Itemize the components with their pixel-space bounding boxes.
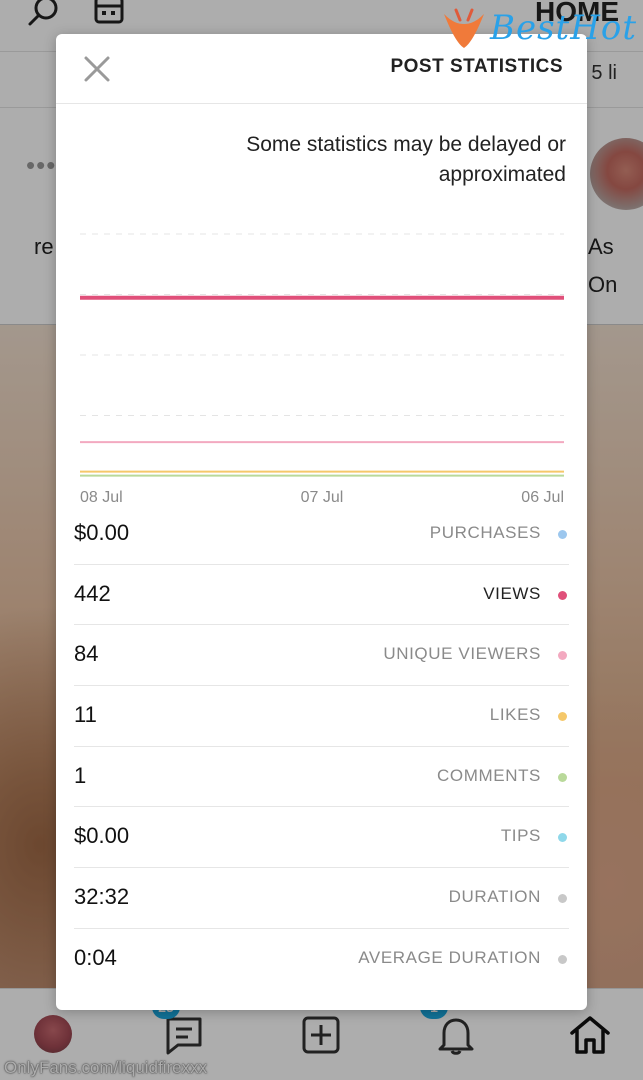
stat-value: 84	[74, 641, 99, 667]
stat-row: 11 LIKES	[74, 686, 569, 747]
legend-dot-icon	[558, 833, 567, 843]
stat-label: UNIQUE VIEWERS	[383, 644, 541, 664]
legend-dot-icon	[558, 954, 567, 964]
stat-label: COMMENTS	[437, 765, 541, 785]
stat-label: AVERAGE DURATION	[358, 947, 541, 967]
stat-row: 442 VIEWS	[74, 565, 569, 626]
stat-value: 1	[74, 762, 87, 788]
stat-value: 0:04	[74, 944, 117, 970]
stat-label: PURCHASES	[429, 523, 541, 542]
chart-x-tick-label: 08 Jul	[80, 489, 123, 504]
stat-label: LIKES	[489, 705, 541, 725]
legend-dot-icon	[558, 651, 567, 661]
stat-row: $0.00 TIPS	[74, 807, 569, 869]
statistics-list: $0.00 PURCHASES 442 VIEWS 84 UNIQUE VIEWERS 11…	[74, 504, 569, 990]
stat-value: 32:32	[74, 884, 130, 910]
legend-dot-icon	[558, 712, 567, 722]
post-statistics-modal: POST STATISTICS Some statistics may be d…	[56, 34, 587, 1010]
modal-title: POST STATISTICS	[390, 56, 563, 77]
chart-x-tick-label: 07 Jul	[301, 489, 344, 504]
chart-grid	[80, 233, 564, 477]
statistics-chart: 06 Jul 07 Jul 08 Jul	[80, 233, 564, 504]
watermark-logo-text: BestHot	[490, 8, 638, 48]
stat-row: 32:32 DURATION	[74, 868, 569, 929]
close-icon[interactable]	[80, 52, 114, 86]
stat-row: 1 COMMENTS	[74, 747, 569, 808]
legend-dot-icon	[558, 772, 567, 782]
chart-x-tick-label: 06 Jul	[521, 489, 564, 504]
chart-x-axis: 06 Jul 07 Jul 08 Jul	[80, 489, 564, 504]
watermark-logo-icon	[444, 8, 484, 48]
stat-value: 442	[74, 580, 111, 606]
stat-label: DURATION	[448, 887, 541, 907]
stat-row: 0:04 AVERAGE DURATION	[74, 929, 569, 990]
stat-value: $0.00	[74, 823, 130, 849]
chart-series	[80, 295, 564, 477]
legend-dot-icon	[558, 530, 567, 539]
stat-label: VIEWS	[483, 583, 541, 603]
stat-row: $0.00 PURCHASES	[74, 504, 569, 565]
stat-label: TIPS	[500, 826, 541, 846]
legend-dot-icon	[558, 590, 567, 600]
legend-dot-icon	[558, 894, 567, 904]
stat-row: 84 UNIQUE VIEWERS	[74, 625, 569, 687]
stat-value: 11	[74, 702, 97, 728]
stat-value: $0.00	[74, 520, 130, 545]
statistics-note: Some statistics may be delayed or approx…	[246, 133, 566, 186]
